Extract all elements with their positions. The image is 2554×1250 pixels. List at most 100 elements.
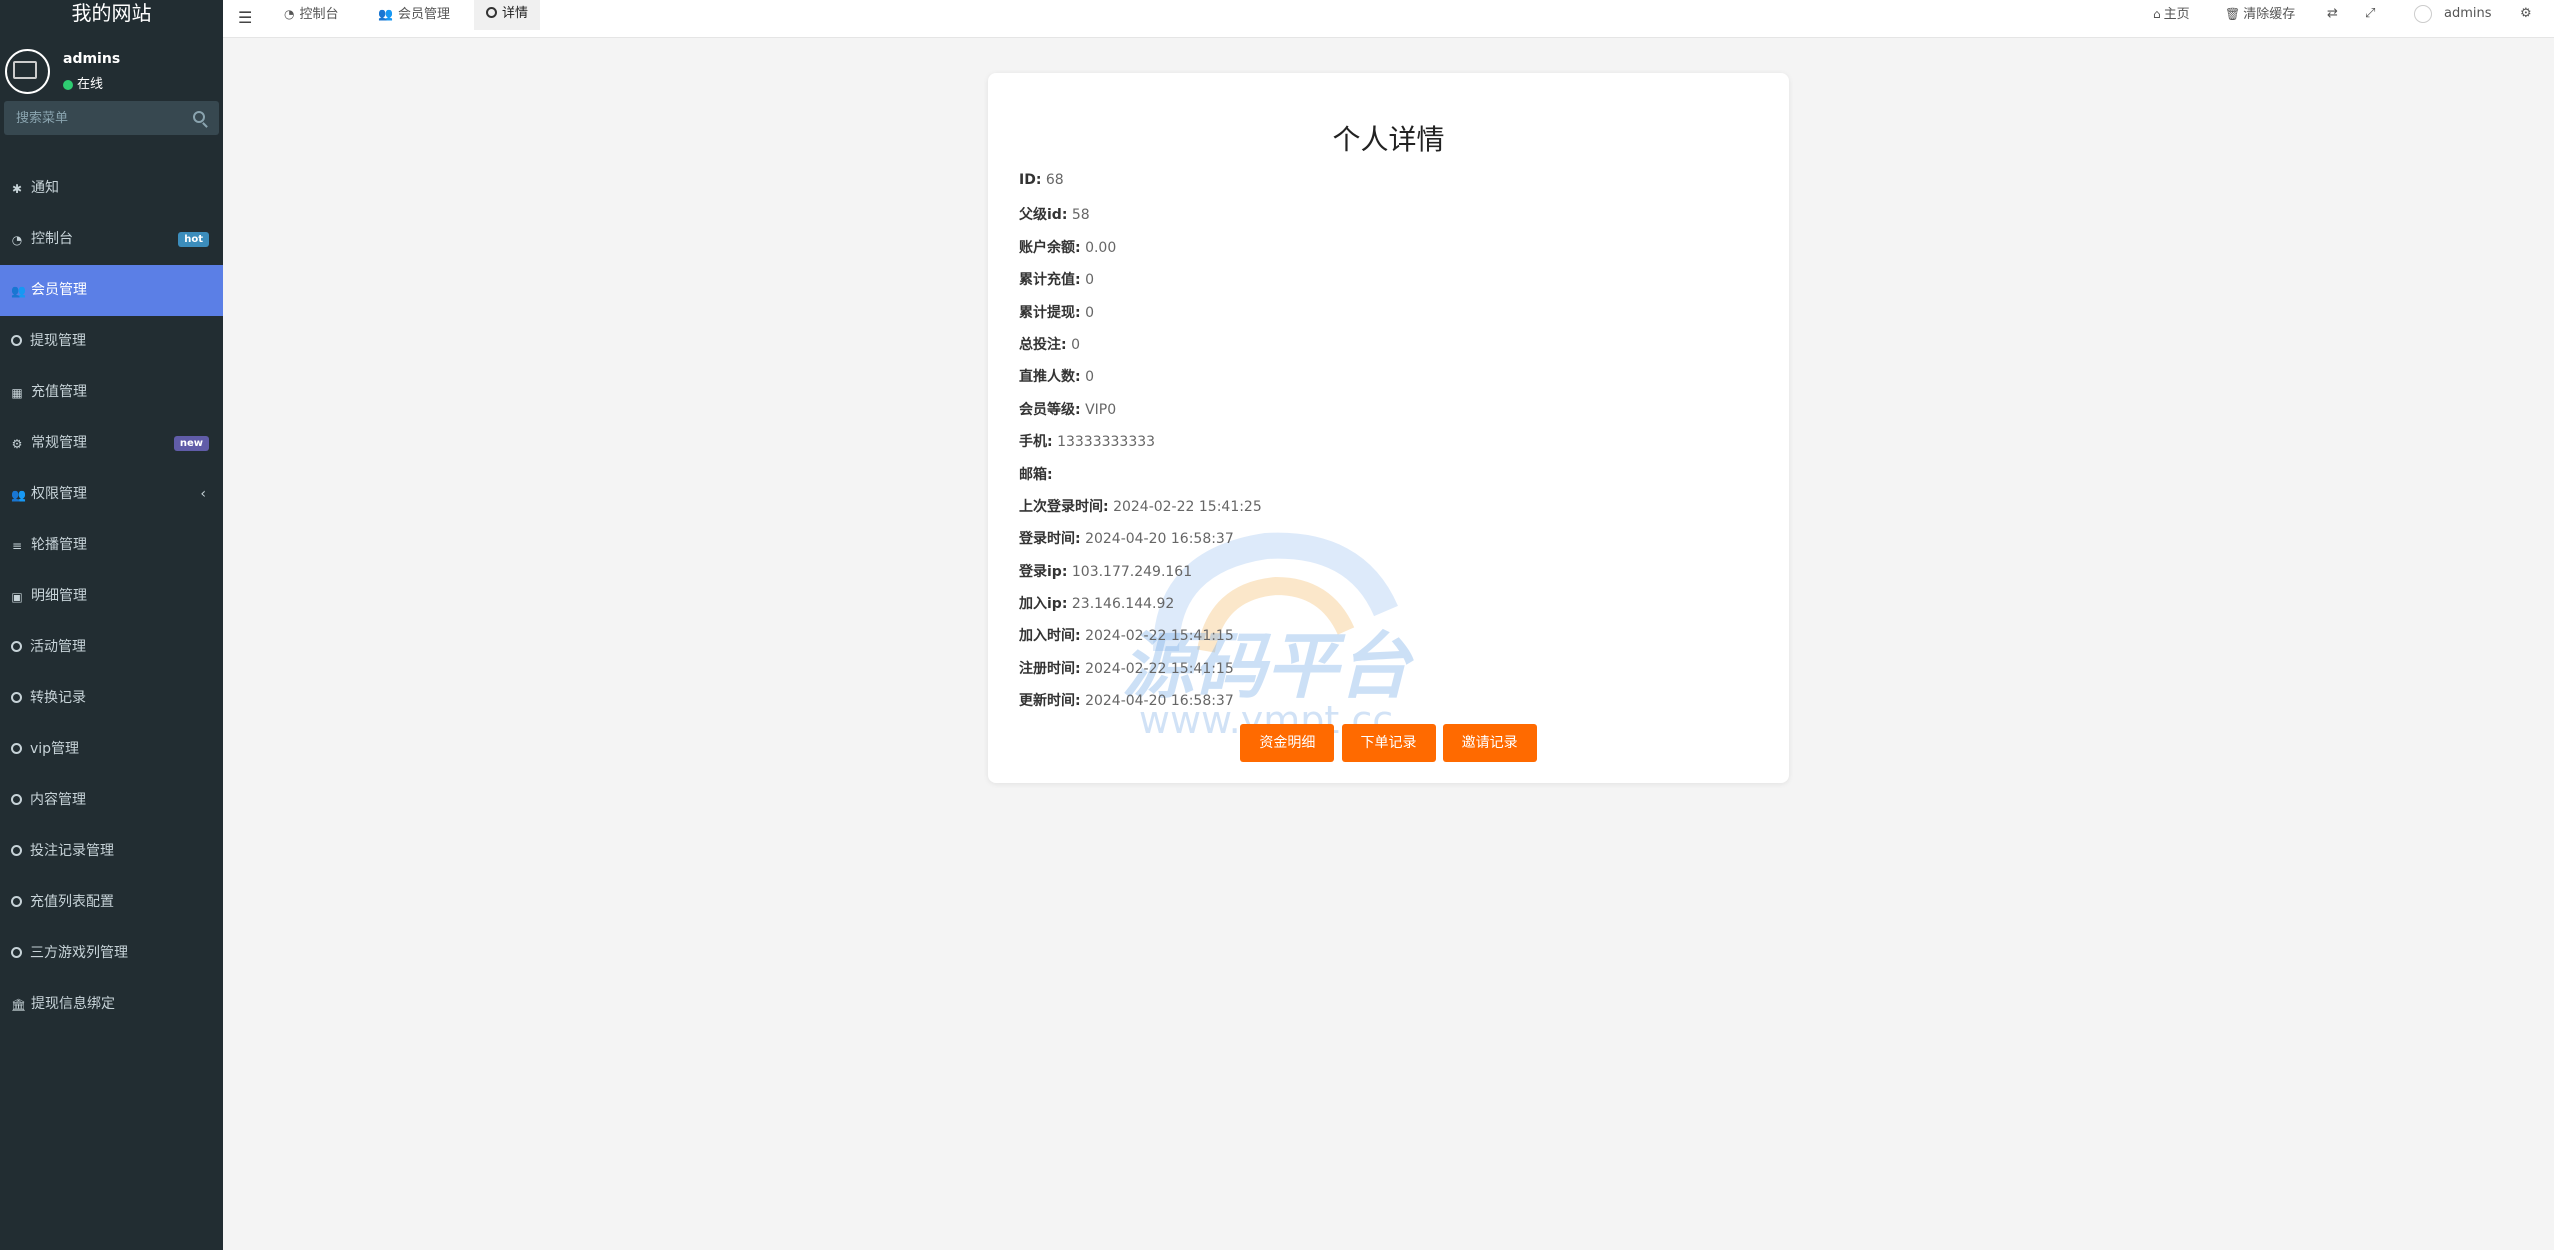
field-key: 加入时间:	[1019, 628, 1081, 645]
sidebar-item-label: 控制台	[31, 231, 73, 247]
detail-row-join-time: 加入时间: 2024-02-22 15:41:15	[1019, 625, 1262, 657]
sidebar-item-label: 三方游戏列管理	[30, 945, 128, 961]
tab-label: 控制台	[299, 7, 339, 22]
sidebar-item-third-party-games[interactable]: 三方游戏列管理	[0, 928, 223, 979]
dashboard-icon: ◔	[284, 7, 295, 21]
sidebar-item-label: 明细管理	[31, 588, 87, 604]
gears-icon: ⚙	[11, 437, 23, 451]
user-status: 在线	[63, 73, 103, 92]
tab-dashboard[interactable]: ◔ 控制台	[272, 0, 351, 30]
menu-search-input[interactable]	[4, 101, 219, 135]
sidebar-item-label: 投注记录管理	[30, 843, 114, 859]
sidebar-item-notice[interactable]: ✱ 通知	[0, 163, 223, 214]
tab-members[interactable]: 👥 会员管理	[366, 0, 462, 30]
sidebar-item-label: 轮播管理	[31, 537, 87, 553]
user-menu[interactable]: admins	[2414, 0, 2492, 30]
sidebar-item-label: 提现信息绑定	[31, 996, 115, 1012]
settings-icon[interactable]: ⚙	[2520, 0, 2532, 30]
sidebar-item-conversion[interactable]: 转换记录	[0, 673, 223, 724]
sidebar-item-permissions[interactable]: 👥 权限管理 ‹	[0, 469, 223, 520]
circle-icon	[11, 335, 22, 346]
clear-cache-button[interactable]: 🗑 清除缓存	[2225, 0, 2295, 30]
field-value: VIP0	[1085, 401, 1117, 418]
tab-detail[interactable]: 详情	[474, 0, 541, 30]
home-icon: ⌂	[2153, 7, 2161, 21]
detail-row-parent-id: 父级id: 58	[1019, 204, 1262, 236]
circle-icon	[486, 7, 497, 18]
sidebar-item-recharge[interactable]: ▦ 充值管理	[0, 367, 223, 418]
sidebar-item-dashboard[interactable]: ◔ 控制台 hot	[0, 214, 223, 265]
field-key: 会员等级:	[1019, 401, 1081, 418]
trash-icon: 🗑	[2225, 7, 2241, 21]
hamburger-icon[interactable]: ☰	[238, 8, 252, 27]
sidebar-item-activity[interactable]: 活动管理	[0, 622, 223, 673]
sidebar-item-members[interactable]: 👥 会员管理	[0, 265, 223, 316]
order-records-button[interactable]: 下单记录	[1341, 724, 1436, 762]
page-title: 个人详情	[1332, 123, 1445, 156]
search-icon[interactable]	[193, 111, 205, 123]
calendar-icon: ▣	[11, 590, 23, 604]
new-badge: new	[173, 436, 209, 451]
invite-records-button[interactable]: 邀请记录	[1442, 724, 1537, 762]
detail-row-phone: 手机: 13333333333	[1019, 431, 1262, 463]
circle-icon	[11, 794, 22, 805]
field-value: 2024-04-20 16:58:37	[1085, 693, 1234, 710]
sidebar-item-recharge-config[interactable]: 充值列表配置	[0, 877, 223, 928]
bank-icon: 🏛	[11, 998, 27, 1012]
sidebar-item-bets[interactable]: 投注记录管理	[0, 826, 223, 877]
tab-label: 详情	[502, 6, 529, 21]
sidebar-item-withdraw-binding[interactable]: 🏛 提现信息绑定	[0, 979, 223, 1030]
detail-row-member-level: 会员等级: VIP0	[1019, 399, 1262, 431]
sidebar: 我的网站 admins 在线 ✱ 通知 ◔ 控制台 hot 👥 会员管理 提现管理 ▦…	[0, 0, 223, 1250]
sidebar-item-details[interactable]: ▣ 明细管理	[0, 571, 223, 622]
detail-row-id: ID: 68	[1019, 172, 1262, 204]
online-dot-icon	[63, 79, 73, 90]
top-user-name: admins	[2444, 6, 2492, 21]
detail-row-join-ip: 加入ip: 23.146.144.92	[1019, 593, 1262, 625]
field-value: 13333333333	[1057, 434, 1156, 451]
sidebar-item-label: 常规管理	[31, 435, 87, 451]
field-key: 手机:	[1019, 434, 1053, 451]
sidebar-item-carousel[interactable]: ≡ 轮播管理	[0, 520, 223, 571]
sidebar-item-label: 充值列表配置	[30, 894, 114, 910]
sidebar-item-general[interactable]: ⚙ 常规管理 new	[0, 418, 223, 469]
fund-details-button[interactable]: 资金明细	[1240, 724, 1335, 762]
menu-search	[4, 101, 219, 135]
clear-cache-label: 清除缓存	[2243, 7, 2296, 22]
sidebar-item-vip[interactable]: vip管理	[0, 724, 223, 775]
chevron-left-icon: ‹	[200, 486, 206, 502]
fullscreen-icon[interactable]: ⤢	[2365, 0, 2375, 30]
field-key: 更新时间:	[1019, 693, 1081, 710]
grid-icon: ▦	[11, 386, 23, 400]
list-icon: ≡	[11, 539, 23, 553]
user-name: admins	[63, 51, 121, 67]
status-label: 在线	[77, 77, 104, 92]
field-key: 加入ip:	[1019, 596, 1068, 613]
field-value: 2024-04-20 16:58:37	[1085, 531, 1234, 548]
top-header: ☰ ◔ 控制台 👥 会员管理 详情 ⌂ 主页 🗑 清除缓存 ⇄ ⤢ admins ⚙	[223, 0, 2554, 38]
detail-row-last-login-time: 上次登录时间: 2024-02-22 15:41:25	[1019, 496, 1262, 528]
field-key: 累计提现:	[1019, 304, 1081, 321]
detail-row-login-time: 登录时间: 2024-04-20 16:58:37	[1019, 528, 1262, 560]
site-title[interactable]: 我的网站	[0, 0, 223, 27]
users-icon: 👥	[378, 7, 393, 21]
field-value: 58	[1071, 207, 1090, 224]
field-key: 上次登录时间:	[1019, 498, 1109, 515]
sidebar-item-content[interactable]: 内容管理	[0, 775, 223, 826]
hot-badge: hot	[178, 232, 209, 247]
detail-row-balance: 账户余额: 0.00	[1019, 237, 1262, 269]
field-key: 直推人数:	[1019, 369, 1081, 386]
field-value: 0	[1085, 304, 1094, 321]
home-link[interactable]: ⌂ 主页	[2153, 0, 2190, 30]
translate-icon[interactable]: ⇄	[2327, 0, 2338, 30]
sidebar-item-withdraw[interactable]: 提现管理	[0, 316, 223, 367]
circle-icon	[11, 896, 22, 907]
field-value: 23.146.144.92	[1071, 596, 1175, 613]
field-value: 0	[1085, 272, 1094, 289]
sidebar-item-label: 会员管理	[31, 282, 87, 298]
detail-row-email: 邮箱:	[1019, 464, 1262, 496]
field-key: 总投注:	[1019, 336, 1067, 353]
asterisk-icon: ✱	[11, 182, 23, 196]
field-key: 登录时间:	[1019, 531, 1081, 548]
sidebar-item-label: 通知	[31, 180, 59, 196]
